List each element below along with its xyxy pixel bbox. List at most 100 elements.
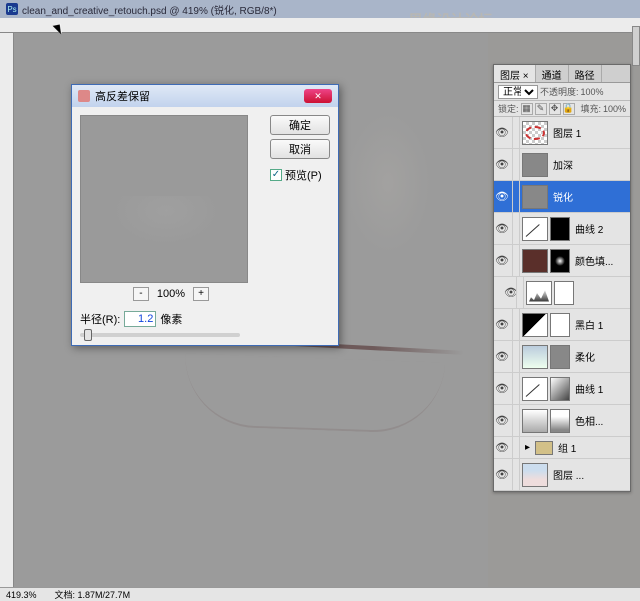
layer-name[interactable]: 组 1 <box>555 440 628 455</box>
layer-row[interactable]: 👁 图层 1 <box>494 117 630 149</box>
radius-unit: 像素 <box>160 311 182 327</box>
layer-thumbnail[interactable] <box>522 313 548 337</box>
tab-layers[interactable]: 图层 × <box>494 65 536 82</box>
layer-name[interactable]: 锐化 <box>550 189 628 204</box>
zoom-in-button[interactable]: + <box>193 287 209 301</box>
layer-thumbnail[interactable] <box>522 217 548 241</box>
layer-row[interactable]: 👁 色相... <box>494 405 630 437</box>
fill-label: 填充: <box>580 102 601 115</box>
slider-thumb[interactable] <box>84 329 92 341</box>
layer-row[interactable]: 👁 曲线 1 <box>494 373 630 405</box>
preview-checkbox-label: 预览(P) <box>285 167 322 183</box>
close-icon[interactable]: ✕ <box>304 89 332 103</box>
visibility-eye-icon[interactable]: 👁 <box>494 126 510 139</box>
layer-thumbnail[interactable] <box>522 377 548 401</box>
layer-row[interactable]: 👁 锐化 <box>494 181 630 213</box>
ruler-horizontal[interactable] <box>0 18 640 33</box>
radius-label: 半径(R): <box>80 311 120 327</box>
visibility-eye-icon[interactable]: 👁 <box>494 158 510 171</box>
layer-mask-thumbnail[interactable] <box>550 409 570 433</box>
opacity-label: 不透明度: <box>540 85 579 98</box>
layer-link-col <box>512 373 520 404</box>
layer-link-col <box>512 117 520 148</box>
layer-list: 👁 图层 1 👁 加深 👁 锐化 👁 曲线 2 👁 颜色填... 👁 👁 黑白 1 👁 柔化 👁 曲线 1 👁 色相… <box>494 117 630 491</box>
layer-name[interactable]: 颜色填... <box>572 253 628 268</box>
layer-thumbnail[interactable] <box>526 281 552 305</box>
layers-panel: 图层 × 通道 路径 正常 不透明度: 100% 锁定: ▦ ✎ ✥ 🔒 填充:… <box>493 64 631 492</box>
layer-mask-thumbnail[interactable] <box>550 217 570 241</box>
visibility-eye-icon[interactable]: 👁 <box>494 190 510 203</box>
layer-thumbnail[interactable] <box>522 121 548 145</box>
panel-tabs: 图层 × 通道 路径 <box>494 65 630 83</box>
layer-row[interactable]: 👁 <box>494 277 630 309</box>
preview-checkbox[interactable]: ✓ <box>270 169 282 181</box>
dialog-titlebar[interactable]: 高反差保留 ✕ <box>72 85 338 107</box>
visibility-eye-icon[interactable]: 👁 <box>494 414 510 427</box>
layer-thumbnail[interactable] <box>522 409 548 433</box>
visibility-eye-icon[interactable]: 👁 <box>494 382 510 395</box>
statusbar: 419.3% 文档: 1.87M/27.7M <box>0 587 640 601</box>
layer-mask-thumbnail[interactable] <box>550 313 570 337</box>
radius-input[interactable] <box>124 311 156 327</box>
layer-link-col <box>512 149 520 180</box>
layer-name[interactable]: 柔化 <box>572 349 628 364</box>
layer-thumbnail[interactable] <box>522 153 548 177</box>
folder-icon <box>535 441 553 455</box>
tab-channels[interactable]: 通道 <box>536 65 569 82</box>
layer-link-col <box>512 245 520 276</box>
layer-mask-thumbnail[interactable] <box>554 281 574 305</box>
lock-all-icon[interactable]: 🔒 <box>563 103 575 115</box>
layer-name[interactable]: 图层 1 <box>550 125 628 140</box>
visibility-eye-icon[interactable]: 👁 <box>494 350 510 363</box>
layer-mask-thumbnail[interactable] <box>550 377 570 401</box>
fill-value[interactable]: 100% <box>603 104 626 114</box>
layer-thumbnail[interactable] <box>522 249 548 273</box>
cancel-button[interactable]: 取消 <box>270 139 330 159</box>
layer-row[interactable]: 👁 曲线 2 <box>494 213 630 245</box>
visibility-eye-icon[interactable]: 👁 <box>504 286 514 299</box>
layer-row[interactable]: 👁 黑白 1 <box>494 309 630 341</box>
tab-paths[interactable]: 路径 <box>569 65 602 82</box>
lock-transparency-icon[interactable]: ▦ <box>521 103 533 115</box>
right-toolstrip[interactable] <box>632 26 640 66</box>
layer-thumbnail[interactable] <box>522 345 548 369</box>
layer-name[interactable]: 曲线 1 <box>572 381 628 396</box>
layer-link-col <box>512 459 520 490</box>
layer-name[interactable]: 加深 <box>550 157 628 172</box>
ruler-vertical[interactable] <box>0 33 14 589</box>
radius-slider[interactable] <box>80 333 240 337</box>
ok-button[interactable]: 确定 <box>270 115 330 135</box>
layer-name[interactable]: 图层 ... <box>550 467 628 482</box>
canvas-content-nose <box>328 83 448 283</box>
layer-thumbnail[interactable] <box>522 185 548 209</box>
layer-name[interactable]: 曲线 2 <box>572 221 628 236</box>
visibility-eye-icon[interactable]: 👁 <box>494 468 510 481</box>
layer-mask-thumbnail[interactable] <box>550 249 570 273</box>
visibility-eye-icon[interactable]: 👁 <box>494 222 510 235</box>
visibility-eye-icon[interactable]: 👁 <box>494 441 510 454</box>
layer-row[interactable]: 👁 ▸ 组 1 <box>494 437 630 459</box>
layer-link-col <box>512 405 520 436</box>
status-zoom[interactable]: 419.3% <box>6 590 37 600</box>
layer-thumbnail[interactable] <box>522 463 548 487</box>
layer-link-col <box>512 437 520 458</box>
group-toggle-icon[interactable]: ▸ <box>522 442 533 453</box>
layer-link-col <box>516 277 524 308</box>
layer-mask-thumbnail[interactable] <box>550 345 570 369</box>
layer-name[interactable]: 黑白 1 <box>572 317 628 332</box>
blend-mode-select[interactable]: 正常 <box>498 85 538 99</box>
layer-name[interactable]: 色相... <box>572 413 628 428</box>
document-title: clean_and_creative_retouch.psd @ 419% (锐… <box>22 2 277 17</box>
zoom-out-button[interactable]: - <box>133 287 149 301</box>
layer-row[interactable]: 👁 颜色填... <box>494 245 630 277</box>
high-pass-dialog: 高反差保留 ✕ - 100% + 半径(R): 像素 确定 取消 ✓ 预览(P) <box>71 84 339 346</box>
lock-position-icon[interactable]: ✥ <box>549 103 561 115</box>
layer-row[interactable]: 👁 柔化 <box>494 341 630 373</box>
opacity-value[interactable]: 100% <box>581 87 609 97</box>
layer-row[interactable]: 👁 图层 ... <box>494 459 630 491</box>
visibility-eye-icon[interactable]: 👁 <box>494 318 510 331</box>
lock-pixels-icon[interactable]: ✎ <box>535 103 547 115</box>
layer-row[interactable]: 👁 加深 <box>494 149 630 181</box>
visibility-eye-icon[interactable]: 👁 <box>494 254 510 267</box>
dialog-preview[interactable] <box>80 115 248 283</box>
